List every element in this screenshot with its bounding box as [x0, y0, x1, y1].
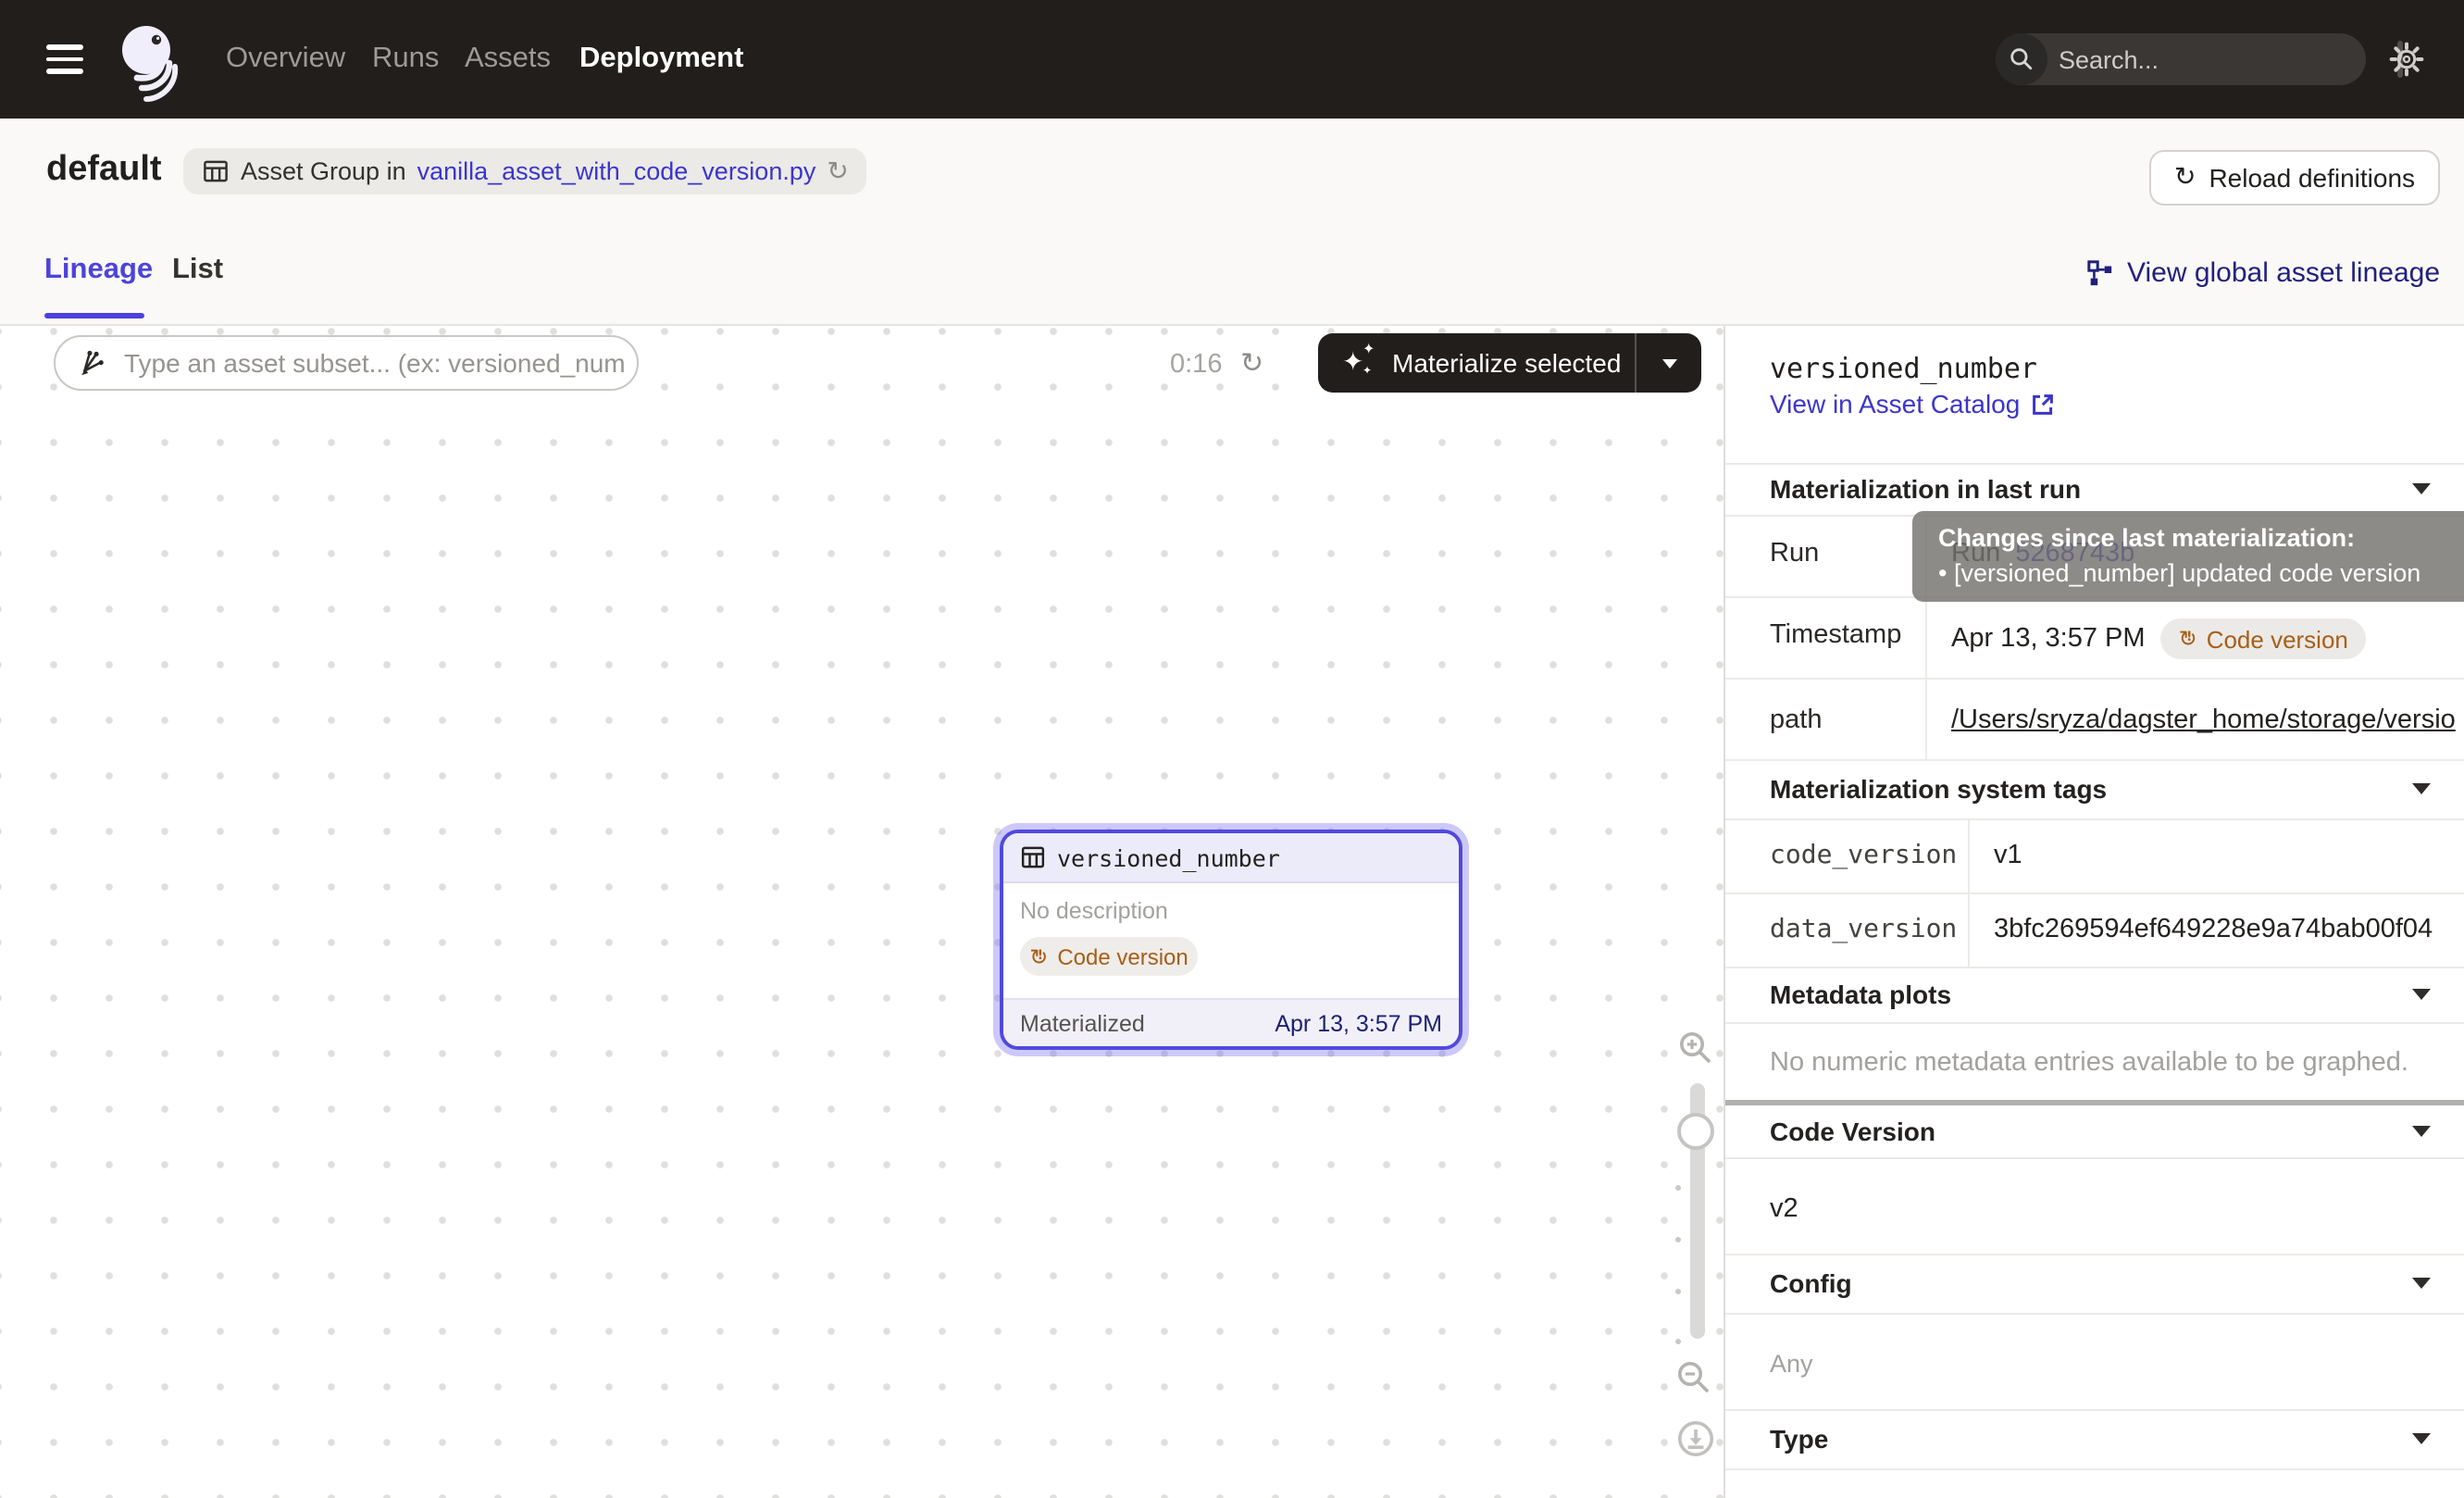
- asset-node-description: No description: [1020, 898, 1442, 924]
- dagster-logo[interactable]: [107, 19, 189, 104]
- asset-selection-icon: [76, 347, 107, 379]
- timestamp-row-value: Apr 13, 3:57 PM ↻! Code version: [1951, 618, 2367, 659]
- zoom-slider-tick: [1675, 1185, 1681, 1191]
- chevron-down-icon: [2412, 1433, 2431, 1444]
- path-row-label: path: [1770, 705, 1822, 735]
- active-tab-indicator: [44, 313, 144, 318]
- hamburger-menu-icon[interactable]: [46, 44, 83, 74]
- code-version-changed-icon: ↻!: [1029, 945, 1048, 967]
- panel-asset-title: versioned_number: [1770, 352, 2037, 385]
- code-version-badge-label: Code version: [1057, 943, 1188, 969]
- code-version-tag-label: code_version: [1770, 841, 1957, 870]
- sparkles-icon: ✦✦✦: [1342, 346, 1375, 380]
- gear-icon[interactable]: [2388, 41, 2425, 87]
- asset-node-versioned-number[interactable]: versioned_number No description ↻! Code …: [1000, 830, 1462, 1050]
- code-version-badge: ↻! Code version: [1020, 937, 1198, 976]
- asset-group-badge: Asset Group in vanilla_asset_with_code_v…: [183, 148, 867, 194]
- tooltip-title: Changes since last materialization:: [1938, 524, 2355, 552]
- global-search[interactable]: /: [1996, 33, 2366, 85]
- code-version-value: v2: [1770, 1194, 1798, 1224]
- zoom-slider-tick: [1675, 1339, 1681, 1344]
- refresh-timer: 0:16: [1170, 350, 1222, 380]
- timestamp-value: Apr 13, 3:57 PM: [1951, 624, 2146, 654]
- section-header-materialization-system-tags[interactable]: Materialization system tags: [1725, 759, 2464, 818]
- zoom-out-button[interactable]: [1675, 1359, 1712, 1405]
- code-version-badge: ↻! Code version: [2160, 618, 2367, 659]
- chevron-down-icon: [1661, 358, 1676, 368]
- table-grid-icon: [202, 157, 230, 185]
- section-header-metadata-plots[interactable]: Metadata plots: [1725, 967, 2464, 1022]
- table-grid-icon: [1020, 844, 1046, 870]
- asset-group-prefix: Asset Group in: [241, 157, 406, 185]
- nav-item-assets[interactable]: Assets: [465, 0, 551, 119]
- section-header-type[interactable]: Type: [1725, 1409, 2464, 1468]
- page-title: default: [46, 150, 162, 191]
- metadata-plots-empty-message: No numeric metadata entries available to…: [1770, 1048, 2408, 1078]
- asset-subset-input[interactable]: [120, 346, 629, 380]
- dagster-octopus-icon: [107, 19, 189, 104]
- zoom-slider-tick: [1675, 1289, 1681, 1294]
- section-header-code-version[interactable]: Code Version: [1725, 1105, 2464, 1157]
- view-in-asset-catalog-label: View in Asset Catalog: [1770, 389, 2020, 418]
- zoom-in-button[interactable]: [1677, 1030, 1714, 1076]
- materialize-selected-button[interactable]: ✦✦✦ Materialize selected: [1318, 333, 1701, 393]
- asset-subset-filter[interactable]: [54, 335, 639, 391]
- asset-details-panel: versioned_number View in Asset Catalog M…: [1724, 326, 2464, 1498]
- nav-item-overview[interactable]: Overview: [226, 0, 345, 119]
- lineage-graph-icon: [2086, 258, 2114, 286]
- view-global-asset-lineage-label: View global asset lineage: [2127, 256, 2440, 288]
- view-global-asset-lineage-link[interactable]: View global asset lineage: [2086, 250, 2440, 294]
- changes-since-last-materialization-tooltip: Changes since last materialization: • [v…: [1912, 511, 2464, 602]
- app-window: Overview Runs Assets Deployment / defaul…: [0, 0, 2464, 1498]
- download-image-button[interactable]: [1675, 1418, 1716, 1468]
- tab-list[interactable]: List: [172, 243, 223, 298]
- materialize-selected-label: Materialize selected: [1392, 348, 1621, 378]
- reload-definitions-label: Reload definitions: [2209, 163, 2415, 193]
- run-row-label: Run: [1770, 539, 1819, 568]
- view-in-asset-catalog-link[interactable]: View in Asset Catalog: [1770, 389, 2055, 418]
- section-header-config[interactable]: Config: [1725, 1254, 2464, 1313]
- zoom-slider-tick: [1675, 1237, 1681, 1242]
- chevron-down-icon: [2412, 1126, 2431, 1137]
- chevron-down-icon: [2412, 1278, 2431, 1289]
- refresh-icon[interactable]: ↻: [827, 158, 848, 184]
- materialized-timestamp: Apr 13, 3:57 PM: [1275, 1010, 1442, 1036]
- config-value: Any: [1770, 1350, 1813, 1378]
- materialize-dropdown-button[interactable]: [1636, 333, 1701, 393]
- tab-lineage[interactable]: Lineage: [44, 243, 153, 298]
- reload-icon: ↻: [2174, 165, 2196, 191]
- path-link[interactable]: /Users/sryza/dagster_home/storage/versio: [1951, 705, 2456, 735]
- chevron-down-icon: [2412, 783, 2431, 794]
- top-nav: Overview Runs Assets Deployment /: [0, 0, 2464, 119]
- path-row-value: /Users/sryza/dagster_home/storage/versio: [1951, 705, 2464, 735]
- asset-group-file-link[interactable]: vanilla_asset_with_code_version.py: [417, 157, 816, 185]
- chevron-down-icon: [2412, 989, 2431, 1000]
- section-header-materialization-in-last-run[interactable]: Materialization in last run: [1725, 463, 2464, 515]
- tooltip-change-item: • [versioned_number] updated code versio…: [1938, 559, 2420, 587]
- chevron-down-icon: [2412, 483, 2431, 494]
- search-input[interactable]: [2047, 45, 2397, 73]
- zoom-slider-handle[interactable]: [1677, 1113, 1714, 1150]
- asset-node-title: versioned_number: [1057, 843, 1280, 871]
- code-version-changed-icon: ↻!: [2179, 628, 2197, 650]
- data-version-tag-value: 3bfc269594ef649228e9a74bab00f04: [1994, 915, 2464, 944]
- nav-item-runs[interactable]: Runs: [372, 0, 439, 119]
- asset-node-header: versioned_number: [1003, 833, 1459, 883]
- code-version-badge-label: Code version: [2207, 625, 2348, 653]
- refresh-icon[interactable]: ↻: [1240, 346, 1263, 380]
- data-version-tag-label: data_version: [1770, 915, 1957, 944]
- reload-definitions-button[interactable]: ↻ Reload definitions: [2149, 150, 2440, 206]
- search-icon: [1996, 33, 2047, 85]
- asset-node-footer: Materialized Apr 13, 3:57 PM: [1003, 998, 1459, 1046]
- materialized-status-label: Materialized: [1020, 1010, 1145, 1036]
- external-link-icon: [2031, 392, 2055, 416]
- nav-item-deployment[interactable]: Deployment: [579, 0, 743, 119]
- code-version-tag-value: v1: [1994, 841, 2022, 870]
- timestamp-row-label: Timestamp: [1770, 620, 1901, 650]
- lineage-canvas[interactable]: [0, 326, 1724, 1498]
